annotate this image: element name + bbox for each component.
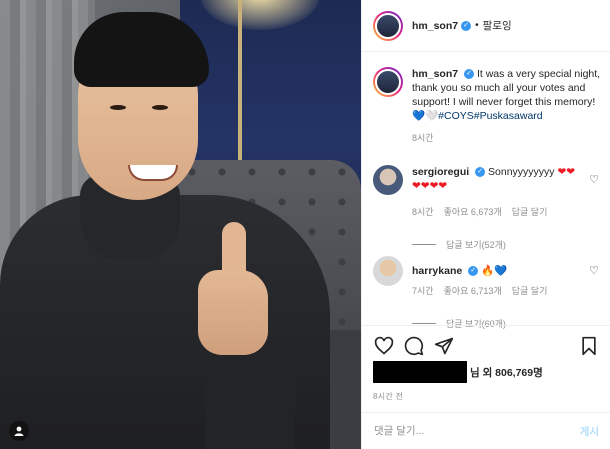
right-eye [152,105,168,110]
thumbs-up-hand [198,270,268,355]
comment-likes[interactable]: 좋아요 6,713개 [444,284,502,297]
comment-heart-icon[interactable]: ♡ [589,173,599,186]
comment-icon[interactable] [402,334,426,358]
comment-emoji: 🔥💙 [481,265,508,277]
comment-likes[interactable]: 좋아요 6,673개 [444,205,502,218]
comment-text-block: harrykane ✓ 🔥💙 [412,256,582,286]
comment-meta: 8시간 좋아요 6,673개 답글 달기 [412,205,601,218]
comment-section: hm_son7 ✓ It was a very special night, t… [362,53,610,329]
reply-button[interactable]: 답글 달기 [512,205,548,218]
verified-icon: ✓ [464,69,475,80]
commenter-avatar[interactable] [373,165,403,195]
commenter-avatar[interactable] [373,256,403,286]
reply-button[interactable]: 답글 달기 [512,284,548,297]
following-button[interactable]: 팔로잉 [483,18,512,33]
instagram-post: hm_son7 ✓ • 팔로잉 hm_son7 ✓ It was a very … [0,0,610,449]
comment-time: 8시간 [412,207,434,217]
heart-icon[interactable] [372,334,396,358]
post-comment-button[interactable]: 게시 [580,424,599,439]
left-eye [110,105,126,110]
comment-username[interactable]: harrykane [412,265,462,277]
add-comment-bar: 게시 [362,412,610,449]
post-time: 8시간 전 [373,392,404,401]
comment-item: sergioregui ✓ Sonnyyyyyyyy ❤❤ ❤❤❤❤ ♡ 8시간… [373,165,601,251]
caption-text-block: hm_son7 ✓ It was a very special night, t… [412,67,601,123]
post-photo[interactable] [0,0,361,449]
caption: hm_son7 ✓ It was a very special night, t… [373,67,601,144]
likes-summary[interactable]: 님 외 806,769명 [373,361,543,383]
divider-line [412,323,436,324]
comment-item: harrykane ✓ 🔥💙 ♡ 7시간 좋아요 6,713개 답글 달기 답글… [373,256,601,330]
likes-count: 님 외 806,769명 [470,366,543,379]
author-avatar[interactable] [373,10,403,41]
verified-icon: ✓ [475,167,486,178]
verified-icon: ✓ [461,20,472,31]
comment-input[interactable] [374,425,580,437]
caption-meta: 8시간 [412,131,601,144]
comment-time: 7시간 [412,286,434,296]
share-icon[interactable] [432,334,456,358]
lamp-pole [238,0,242,170]
bookmark-icon[interactable] [577,334,601,358]
caption-username[interactable]: hm_son7 [412,68,458,80]
divider-line [412,244,436,245]
caption-emoji: 💙🤍 [412,110,439,122]
view-replies-label: 답글 보기(52개) [446,240,506,250]
caption-time: 8시간 [412,133,434,143]
comment-text-block: sergioregui ✓ Sonnyyyyyyyy ❤❤ ❤❤❤❤ [412,165,582,195]
comment-username[interactable]: sergioregui [412,166,469,178]
separator-dot: • [475,20,479,31]
redacted-name [373,361,467,383]
post-sidebar: hm_son7 ✓ • 팔로잉 hm_son7 ✓ It was a very … [361,0,610,449]
post-header: hm_son7 ✓ • 팔로잉 [362,0,610,52]
action-bar [362,325,610,365]
author-username[interactable]: hm_son7 [412,20,458,32]
sleeve [205,340,295,449]
comment-heart-icon[interactable]: ♡ [589,264,599,277]
verified-icon: ✓ [468,266,479,277]
comment-emoji: ❤❤ [557,166,576,178]
user-tag-icon[interactable] [9,421,29,441]
caption-avatar[interactable] [373,67,403,97]
comment-text: Sonnyyyyyyyy [488,166,555,178]
comment-emoji-line2: ❤❤❤❤ [412,180,448,192]
caption-hashtags[interactable]: #COYS#Puskasaward [438,110,542,122]
view-replies-button[interactable]: 답글 보기(52개) [412,238,601,251]
